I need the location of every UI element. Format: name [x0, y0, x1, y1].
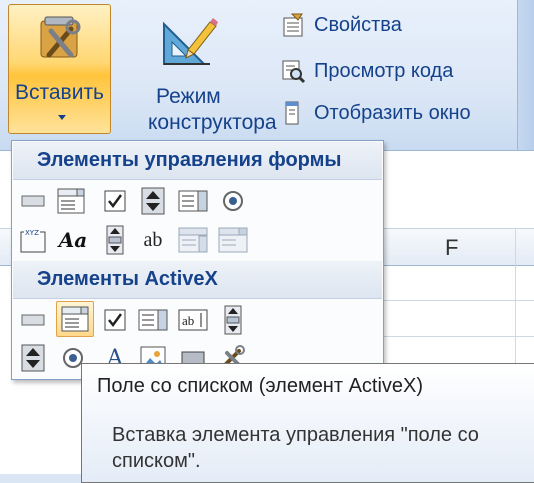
text-box-icon: ab: [178, 309, 208, 331]
checkbox-icon: [104, 190, 126, 212]
activex-text-box-control[interactable]: ab: [178, 305, 208, 335]
activex-spin-button-control[interactable]: [18, 343, 48, 373]
show-dialog-label: Отобразить окно: [314, 101, 471, 124]
design-mode-label-2: конструктора: [148, 111, 277, 134]
properties-button[interactable]: Свойства: [280, 10, 402, 40]
form-option-button-control[interactable]: [218, 186, 248, 216]
form-checkbox-control[interactable]: [100, 186, 130, 216]
form-scroll-bar-control[interactable]: [100, 225, 130, 255]
design-mode-label-1: Режим: [156, 85, 221, 108]
tooltip-description: Вставка элемента управления "поле со спи…: [112, 424, 479, 472]
view-code-icon: [282, 60, 306, 84]
form-controls-header: Элементы управления формы: [13, 142, 382, 180]
activex-combo-box-control[interactable]: [56, 301, 94, 337]
activex-checkbox-control[interactable]: [100, 305, 130, 335]
group-box-glyph: XYZ: [25, 229, 39, 237]
list-box-icon: [178, 190, 208, 212]
checkbox-icon: [104, 309, 126, 331]
text-field-icon: ab: [143, 228, 163, 251]
option-button-icon: [223, 191, 243, 211]
combo-box-icon: [61, 306, 89, 332]
properties-icon: [283, 13, 303, 37]
view-code-label: Просмотр кода: [314, 59, 454, 82]
combo-list-edit-icon: [178, 227, 208, 253]
spin-button-icon: [21, 344, 45, 372]
button-icon: [21, 314, 45, 326]
control-tooltip: Поле со списком (элемент ActiveX) Вставк…: [81, 363, 534, 483]
form-combo-list-edit-control[interactable]: [178, 225, 208, 255]
insert-button[interactable]: Вставить: [8, 4, 111, 134]
button-icon: [21, 195, 45, 207]
show-dialog-button[interactable]: Отобразить окно: [280, 98, 471, 128]
form-button-control[interactable]: [18, 186, 48, 216]
activex-button-control[interactable]: [18, 305, 48, 335]
form-group-box-control[interactable]: XYZ: [18, 225, 48, 255]
form-label-control[interactable]: Aa: [58, 225, 88, 255]
scroll-bar-icon: [106, 225, 124, 255]
grid-line: [515, 228, 516, 378]
insert-controls-dropdown: Элементы управления формы XYZ Aa ab Элем…: [11, 140, 384, 380]
form-spin-button-control[interactable]: [138, 186, 168, 216]
column-header-f[interactable]: F: [445, 235, 458, 261]
spin-button-icon: [141, 187, 165, 215]
activex-scroll-bar-control[interactable]: [218, 305, 248, 335]
list-box-icon: [138, 309, 168, 331]
tools-icon: [40, 16, 81, 58]
form-combo-dropdown-edit-control[interactable]: [218, 225, 248, 255]
activex-controls-header: Элементы ActiveX: [13, 261, 382, 299]
form-list-box-control[interactable]: [178, 186, 208, 216]
view-code-button[interactable]: Просмотр кода: [280, 56, 453, 86]
combo-box-icon: [57, 188, 85, 214]
activex-list-box-control[interactable]: [138, 305, 168, 335]
chevron-down-icon: [58, 115, 66, 120]
grid-line: [380, 336, 534, 337]
design-mode-icon: [163, 18, 218, 65]
properties-label: Свойства: [314, 13, 402, 36]
group-box-icon: XYZ: [20, 228, 46, 253]
scroll-bar-icon: [224, 305, 242, 335]
ribbon-edge: [517, 0, 534, 150]
design-mode-button[interactable]: Режим конструктора: [148, 84, 277, 136]
tooltip-title: Поле со списком (элемент ActiveX): [97, 375, 424, 397]
grid-line: [380, 300, 534, 301]
svg-text:ab: ab: [182, 313, 194, 328]
dialog-window-icon: [285, 101, 299, 125]
form-text-field-control[interactable]: ab: [138, 225, 168, 255]
label-icon: Aa: [58, 228, 88, 252]
form-combo-box-control[interactable]: [56, 186, 86, 216]
insert-label: Вставить: [14, 81, 104, 104]
combo-dropdown-edit-icon: [218, 227, 248, 253]
